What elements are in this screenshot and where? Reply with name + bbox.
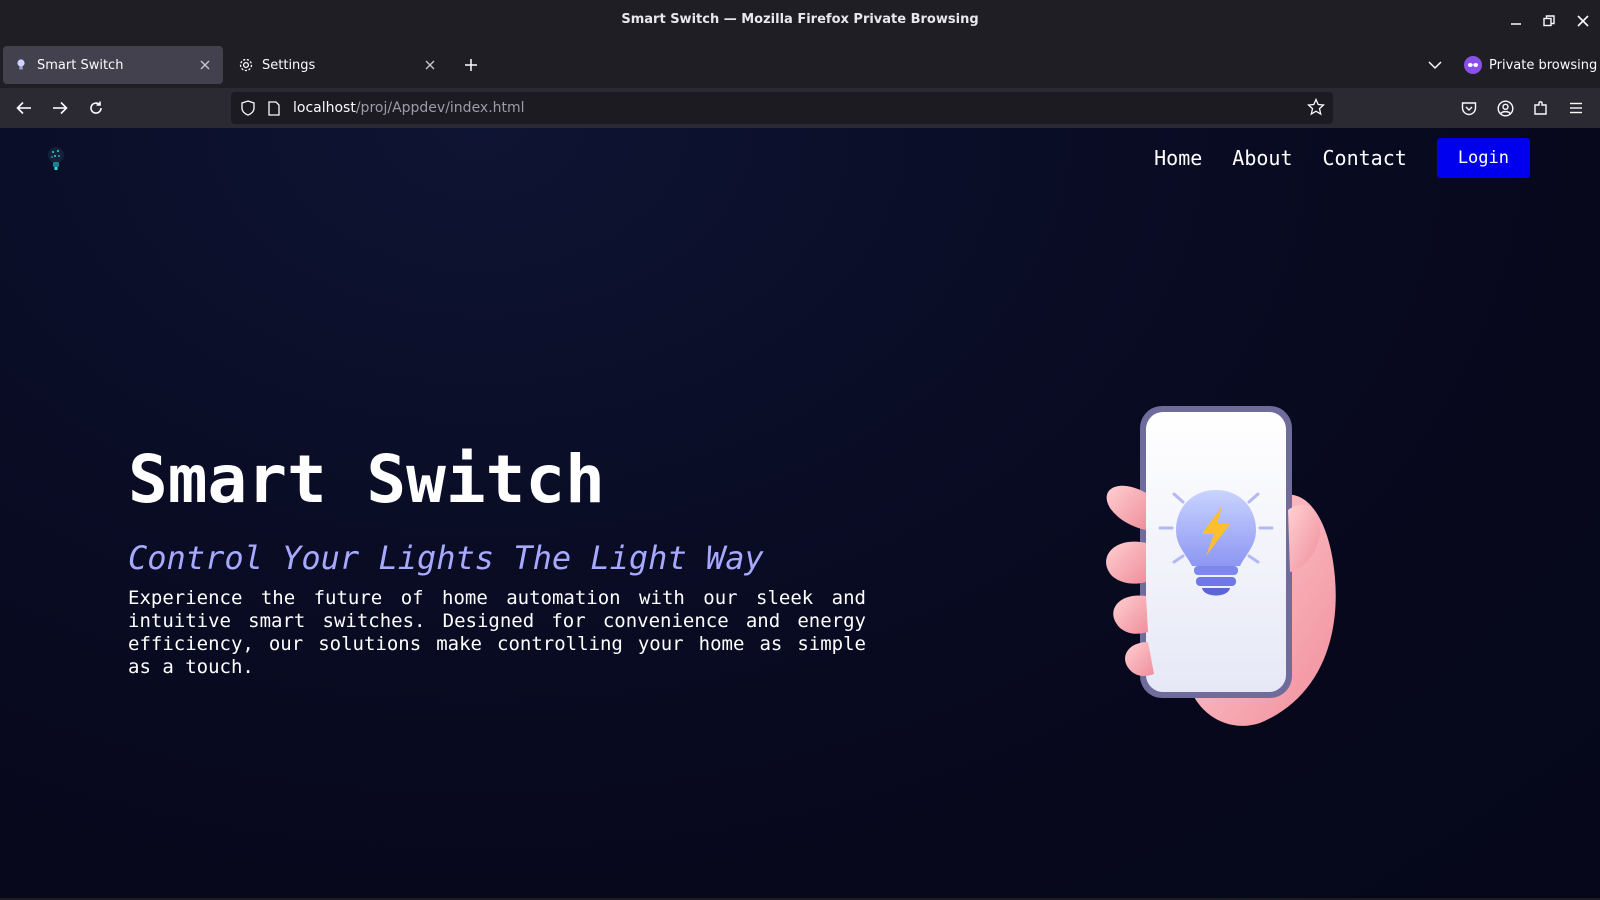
- hamburger-menu-icon: [1570, 102, 1582, 114]
- gear-icon: [238, 57, 254, 73]
- tab-label: Smart Switch: [37, 57, 124, 73]
- app-menu-button[interactable]: [1562, 94, 1590, 122]
- arrow-right-icon: [53, 101, 68, 115]
- phone-bulb-illustration: [1106, 406, 1336, 726]
- close-icon: [1577, 15, 1589, 27]
- private-mask-icon: [1464, 56, 1482, 74]
- url-host: localhost: [293, 100, 356, 116]
- site-navigation: Home About Contact Login: [1154, 138, 1530, 178]
- star-icon: [1306, 97, 1326, 116]
- tab-strip: Smart Switch Settings Private browsing: [0, 42, 1600, 88]
- arrow-left-icon: [16, 101, 31, 115]
- bulb-logo-icon: [48, 147, 64, 170]
- title-bar: Smart Switch — Mozilla Firefox Private B…: [0, 0, 1600, 42]
- pocket-icon: [1461, 101, 1477, 115]
- url-path: /proj/Appdev/index.html: [355, 100, 525, 116]
- tab-label: Settings: [262, 57, 316, 73]
- account-button[interactable]: [1491, 94, 1519, 122]
- minimize-button[interactable]: [1505, 10, 1527, 32]
- nav-link-about[interactable]: About: [1232, 146, 1292, 170]
- login-button[interactable]: Login: [1436, 138, 1530, 178]
- site-logo[interactable]: [44, 144, 68, 174]
- puzzle-icon: [1534, 101, 1547, 115]
- nav-link-home[interactable]: Home: [1154, 146, 1202, 170]
- extensions-button[interactable]: [1527, 94, 1555, 122]
- page-icon[interactable]: [265, 99, 283, 117]
- new-tab-button[interactable]: [460, 54, 482, 76]
- url-text[interactable]: localhost/proj/Appdev/index.html: [293, 100, 525, 116]
- minimize-icon: [1511, 23, 1521, 25]
- back-button[interactable]: [10, 94, 38, 122]
- page-viewport: Home About Contact Login Smart Switch Co…: [0, 128, 1600, 900]
- close-tab-button[interactable]: [197, 57, 213, 73]
- tab-settings[interactable]: Settings: [228, 46, 448, 84]
- nav-link-contact[interactable]: Contact: [1323, 146, 1407, 170]
- close-tab-button[interactable]: [422, 57, 438, 73]
- shield-icon[interactable]: [239, 99, 257, 117]
- account-icon: [1496, 99, 1514, 117]
- close-window-button[interactable]: [1572, 10, 1594, 32]
- page-scrollbar[interactable]: [1596, 128, 1600, 900]
- phone-in-hand-illustration: [1090, 398, 1370, 728]
- window-title: Smart Switch — Mozilla Firefox Private B…: [621, 12, 979, 27]
- private-browsing-label: Private browsing: [1489, 57, 1598, 73]
- hero-section: Smart Switch Control Your Lights The Lig…: [128, 441, 868, 679]
- reload-icon: [90, 101, 102, 114]
- tab-smart-switch[interactable]: Smart Switch: [3, 46, 223, 84]
- restore-icon: [1543, 15, 1555, 27]
- plus-icon: [465, 59, 477, 71]
- pocket-button[interactable]: [1455, 94, 1483, 122]
- chevron-down-icon: [1428, 61, 1442, 70]
- address-bar[interactable]: localhost/proj/Appdev/index.html: [231, 92, 1333, 124]
- private-browsing-indicator: Private browsing: [1464, 54, 1597, 76]
- navigation-toolbar: localhost/proj/Appdev/index.html: [0, 88, 1600, 128]
- bookmark-star-button[interactable]: [1306, 97, 1326, 120]
- reload-button[interactable]: [82, 94, 110, 122]
- hero-subtitle: Control Your Lights The Light Way: [128, 538, 764, 577]
- hero-title: Smart Switch: [128, 441, 605, 518]
- close-icon: [425, 60, 435, 70]
- hero-description: Experience the future of home automation…: [128, 586, 866, 678]
- restore-button[interactable]: [1538, 10, 1560, 32]
- forward-button[interactable]: [46, 94, 74, 122]
- bulb-favicon-icon: [13, 57, 29, 73]
- list-all-tabs-button[interactable]: [1424, 54, 1446, 76]
- close-icon: [200, 60, 210, 70]
